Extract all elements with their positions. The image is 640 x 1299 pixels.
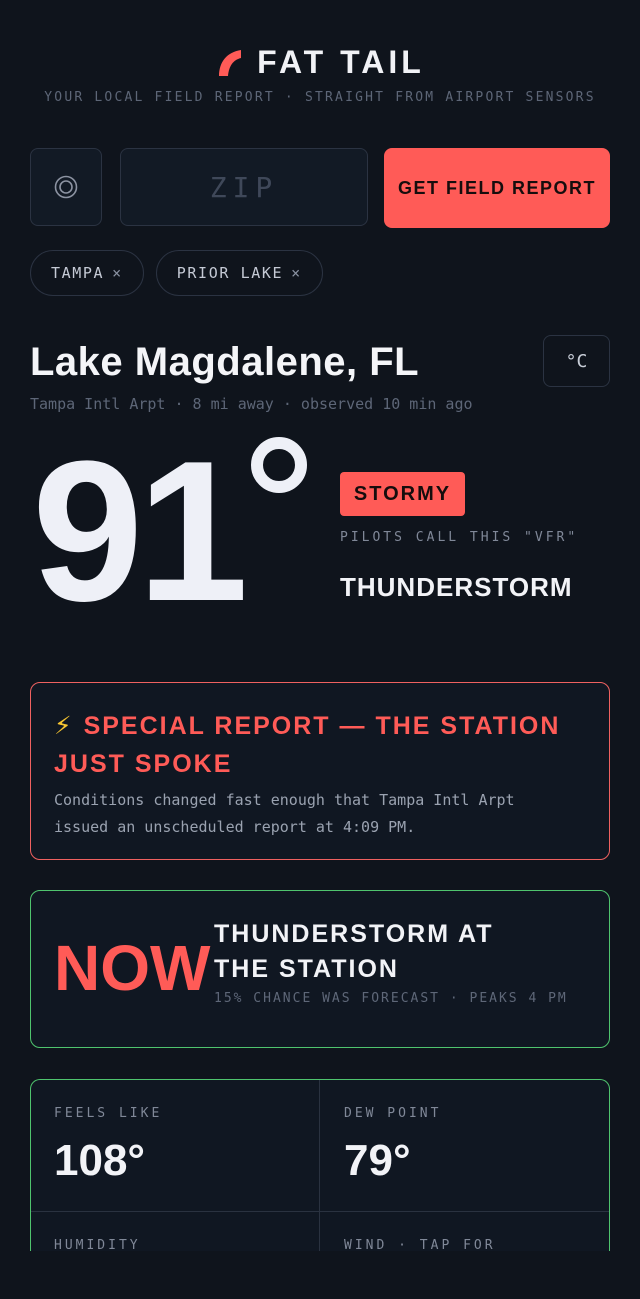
divider	[319, 1080, 320, 1251]
tagline: YOUR LOCAL FIELD REPORT · STRAIGHT FROM …	[44, 90, 596, 105]
recent-chip-prior-lake[interactable]: PRIOR LAKE ×	[155, 250, 323, 296]
degree-symbol-icon	[251, 437, 307, 493]
brand-header: FAT TAIL	[0, 44, 640, 81]
target-icon	[54, 175, 78, 199]
location-name: Lake Magdalene, FL	[30, 340, 420, 384]
special-report-card: ⚡ SPECIAL REPORT — THE STATION JUST SPOKE…	[30, 682, 610, 860]
now-card: NOW THUNDERSTORM AT THE STATION 15% CHAN…	[30, 890, 610, 1048]
recent-locations: TAMPA × PRIOR LAKE ×	[30, 250, 323, 296]
metric-label-humidity: HUMIDITY	[54, 1238, 141, 1251]
lightning-icon: ⚡	[54, 712, 74, 740]
metrics-grid: FEELS LIKE 108° DEW POINT 79° HUMIDITY W…	[30, 1079, 610, 1251]
divider	[31, 1211, 609, 1212]
now-title: THUNDERSTORM AT THE STATION	[214, 920, 494, 983]
station-meta: Tampa Intl Arpt · 8 mi away · observed 1…	[30, 395, 473, 413]
metric-value-dew-point: 79°	[344, 1136, 411, 1185]
remove-chip-icon[interactable]: ×	[112, 264, 123, 282]
current-temperature: 91	[32, 420, 248, 643]
zip-input[interactable]	[120, 148, 368, 226]
brand-name: FAT TAIL	[257, 44, 425, 80]
remove-chip-icon[interactable]: ×	[291, 264, 302, 282]
pilot-note: PILOTS CALL THIS "VFR"	[340, 530, 579, 545]
get-field-report-button[interactable]: GET FIELD REPORT	[384, 148, 610, 228]
special-report-title-text: SPECIAL REPORT — THE STATION JUST SPOKE	[54, 712, 561, 778]
metric-label-feels-like: FEELS LIKE	[54, 1106, 163, 1121]
metric-label-wind[interactable]: WIND · TAP FOR	[344, 1238, 496, 1251]
condition-label: THUNDERSTORM	[340, 572, 573, 602]
recent-chip-tampa[interactable]: TAMPA ×	[30, 250, 144, 296]
metric-value-feels-like: 108°	[54, 1136, 146, 1185]
unit-toggle-button[interactable]: °C	[543, 335, 610, 387]
chip-label: PRIOR LAKE	[176, 264, 284, 282]
status-badge: STORMY	[340, 472, 465, 516]
metric-label-dew-point: DEW POINT	[344, 1106, 442, 1121]
fat-tail-logo-icon	[219, 49, 242, 76]
now-label: NOW	[54, 932, 211, 1004]
special-report-title: ⚡ SPECIAL REPORT — THE STATION JUST SPOKE	[54, 707, 584, 783]
special-report-body: Conditions changed fast enough that Tamp…	[54, 791, 515, 836]
chip-label: TAMPA	[51, 264, 105, 282]
use-my-location-button[interactable]	[30, 148, 102, 226]
now-subtitle: 15% CHANCE WAS FORECAST · PEAKS 4 PM	[214, 991, 568, 1006]
page-edge	[0, 1251, 640, 1299]
